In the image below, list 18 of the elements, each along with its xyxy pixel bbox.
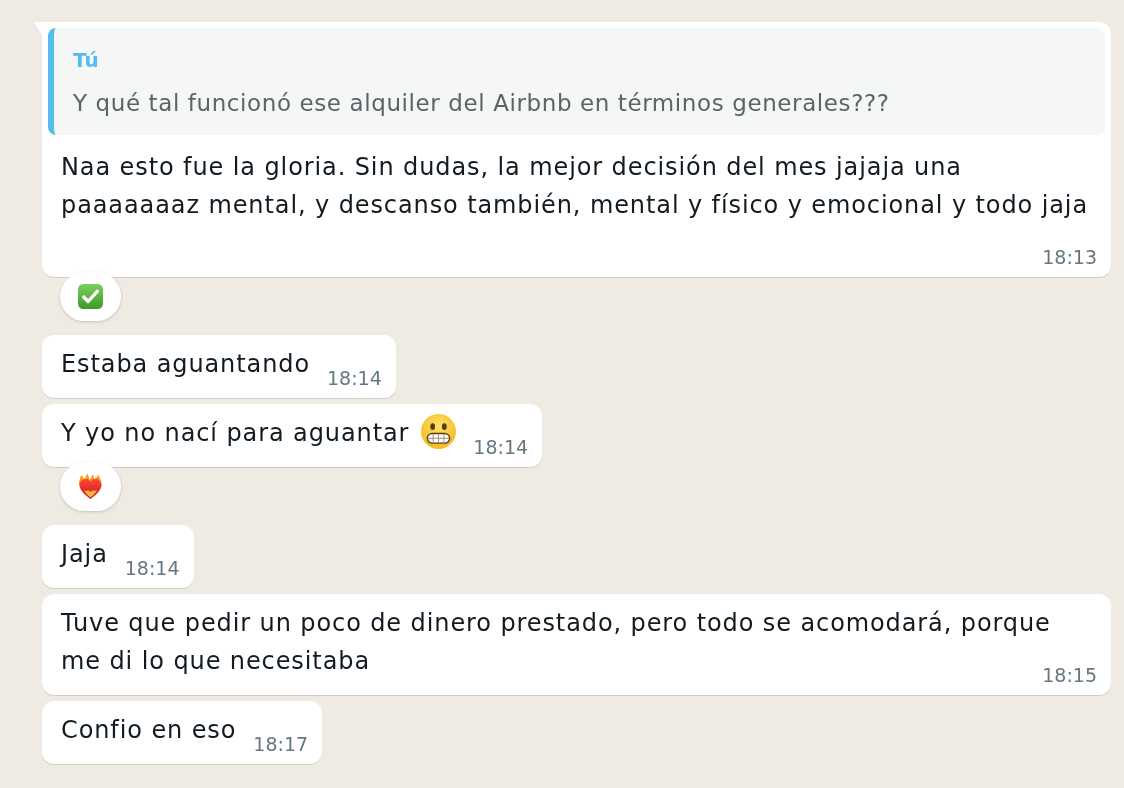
message-time: 18:14 — [327, 368, 382, 388]
flaming-heart-icon — [78, 473, 103, 500]
reaction-button[interactable] — [60, 462, 121, 511]
message-time: 18:13 — [1042, 247, 1097, 267]
message-text: Confio en eso — [61, 716, 237, 744]
grimacing-face-icon — [421, 414, 457, 449]
message-time: 18:17 — [253, 734, 309, 754]
message-text: Estaba aguantando — [61, 350, 310, 378]
message-time: 18:14 — [124, 558, 180, 578]
message-time: 18:14 — [473, 437, 529, 457]
reaction-button[interactable] — [60, 272, 121, 321]
check-square-icon — [78, 284, 103, 309]
quoted-message[interactable]: Tú Y qué tal funcionó ese alquiler del Airbnb en términos generales??? — [48, 28, 1105, 135]
message-text: Naa esto fue la gloria. Sin dudas, la mejor decisión del mes jajaja una paaaaaaaz mental, y descanso también, mental y físico y emocional y todo jaja — [61, 153, 1089, 219]
quoted-author: Tú — [73, 47, 99, 74]
message-text: Y yo no nací para aguantar — [61, 419, 410, 447]
quoted-text: Y qué tal funcionó ese alquiler del Airbnb en términos generales??? — [73, 89, 890, 118]
message-text: Jaja — [61, 540, 108, 568]
